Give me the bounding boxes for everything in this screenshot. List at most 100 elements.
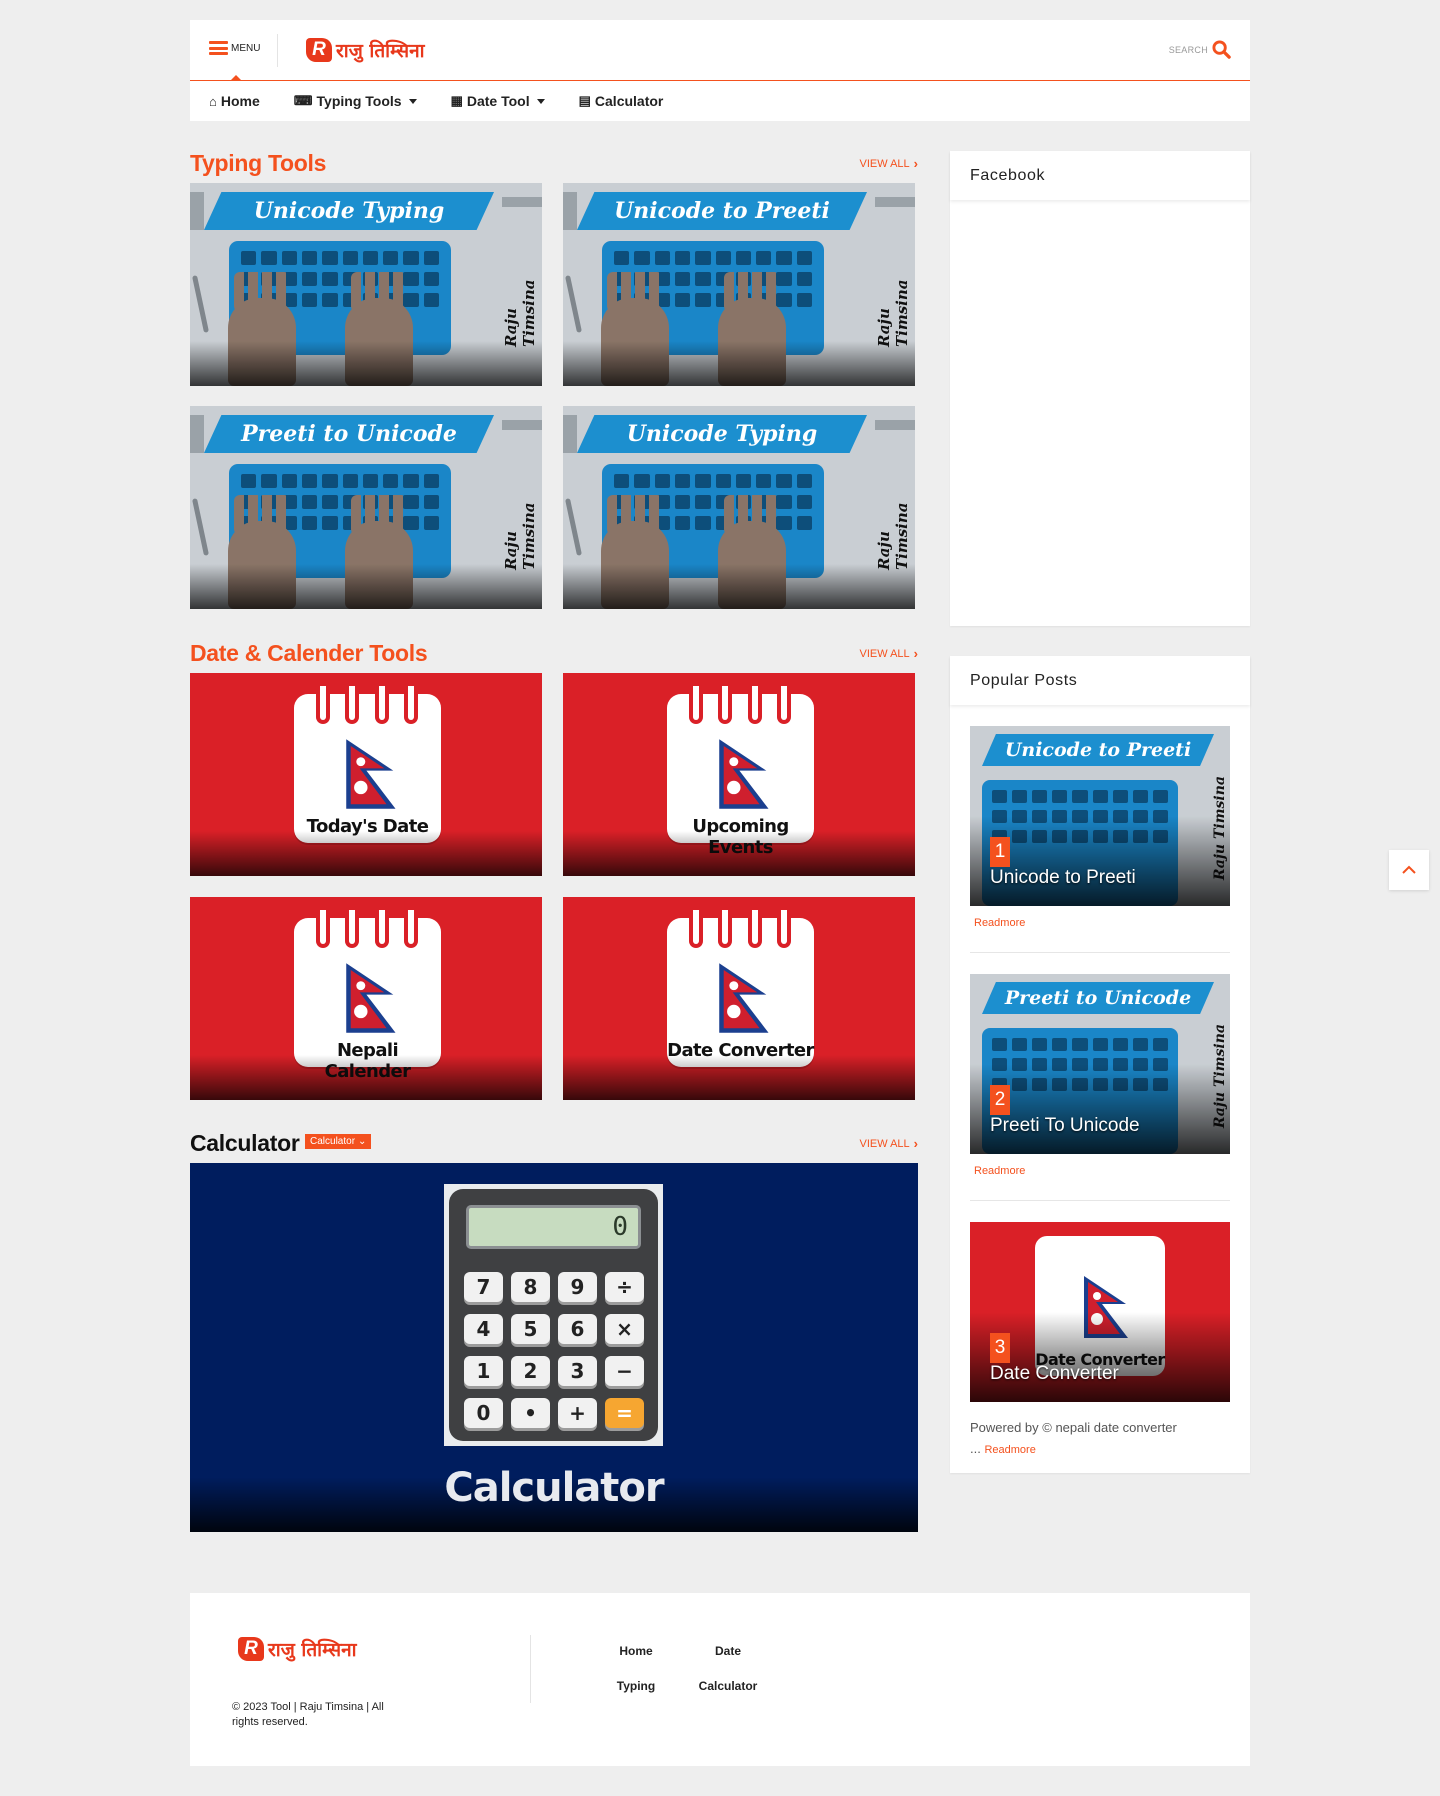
- pen-icon: [565, 498, 582, 556]
- popular-post-thumbnail[interactable]: Date Converter3Date Converter: [970, 1222, 1230, 1402]
- date-tool-card[interactable]: Upcoming Events: [563, 673, 915, 876]
- readmore-link[interactable]: Readmore: [984, 1444, 1035, 1456]
- typing-tool-card[interactable]: Unicode to Preeti Raju Timsina: [563, 183, 915, 386]
- nav-calculator-label: Calculator: [594, 93, 664, 109]
- calculator-chip-label: Calculator: [310, 1136, 356, 1147]
- popular-post-item: Unicode to PreetiRaju Timsina1Unicode to…: [970, 726, 1230, 953]
- calculator-keypad: 7 8 9 ÷ 4 5 6 × 1 2 3− 0 • + =: [464, 1272, 644, 1428]
- logo-mark: R: [238, 1637, 264, 1661]
- calculator-key: 3: [558, 1356, 597, 1386]
- banner-decor: [502, 420, 542, 430]
- footer-link-home[interactable]: Home: [590, 1644, 682, 1658]
- facebook-widget-title: Facebook: [950, 151, 1250, 200]
- nav-home[interactable]: ⌂ Home: [209, 93, 260, 109]
- calculator-key: =: [605, 1398, 644, 1428]
- author-signature: Raju Timsina: [875, 502, 911, 571]
- popular-post-rank: 1: [990, 837, 1010, 867]
- facebook-widget: Facebook: [950, 151, 1250, 626]
- calculator-key: ×: [605, 1314, 644, 1344]
- menu-button[interactable]: MENU: [209, 41, 260, 55]
- search-button[interactable]: SEARCH: [1169, 40, 1231, 59]
- footer-link-typing[interactable]: Typing: [590, 1679, 682, 1693]
- view-all-label: VIEW ALL: [859, 647, 910, 660]
- readmore-link[interactable]: Readmore: [974, 917, 1230, 929]
- calculator-display: 0: [466, 1205, 641, 1249]
- view-all-calculator-link[interactable]: VIEW ALL ›: [860, 1136, 918, 1151]
- author-signature: Raju Timsina: [502, 279, 538, 348]
- banner-decor: [563, 415, 577, 453]
- image-shade: [563, 1055, 915, 1100]
- chevron-right-icon: ›: [913, 646, 918, 661]
- nav-calculator[interactable]: ▤ Calculator: [579, 93, 664, 109]
- nepal-flag-icon: [719, 963, 769, 1033]
- calculator-image-title: Calculator: [444, 1465, 664, 1511]
- footer-link-calculator[interactable]: Calculator: [682, 1679, 774, 1693]
- view-all-label: VIEW ALL: [859, 1137, 910, 1150]
- typing-tool-card[interactable]: Unicode Typing Raju Timsina: [190, 183, 542, 386]
- popular-post-excerpt: Powered by © nepali date converter... Re…: [970, 1417, 1230, 1461]
- nepal-flag-icon: [719, 739, 769, 809]
- popular-post-title[interactable]: Preeti To Unicode: [990, 1115, 1140, 1137]
- popular-posts-widget: Popular Posts Unicode to PreetiRaju Tims…: [950, 656, 1250, 1473]
- banner-decor: [563, 192, 577, 230]
- popular-post-item: Preeti to UnicodeRaju Timsina2Preeti To …: [970, 974, 1230, 1201]
- section-title-typing: Typing Tools: [190, 150, 327, 176]
- author-signature: Raju Timsina: [502, 502, 538, 571]
- image-shade: [190, 341, 542, 386]
- date-tool-card[interactable]: Date Converter: [563, 897, 915, 1100]
- calculator-key: 0: [464, 1398, 503, 1428]
- calculator-section-header: Calculator Calculator ⌄ VIEW ALL ›: [190, 1130, 918, 1156]
- banner-decor: [502, 197, 542, 207]
- home-icon: ⌂: [209, 93, 217, 109]
- calculator-key: 2: [511, 1356, 550, 1386]
- image-shade: [190, 831, 542, 876]
- view-all-date-link[interactable]: VIEW ALL ›: [860, 646, 918, 661]
- header-top-bar: MENU R राजु तिम्सिना SEARCH: [190, 20, 1250, 81]
- card-banner: Preeti to Unicode: [204, 415, 494, 453]
- footer-logo[interactable]: R राजु तिम्सिना: [238, 1636, 357, 1662]
- footer-link-date[interactable]: Date: [682, 1644, 774, 1658]
- typing-tool-card[interactable]: Preeti to Unicode Raju Timsina: [190, 406, 542, 609]
- nepal-flag-icon: [346, 739, 396, 809]
- banner-decor: [190, 415, 204, 453]
- main-nav: ⌂ Home ⌨ Typing Tools ▦ Date Tool ▤ Calc…: [190, 81, 1250, 121]
- site-logo[interactable]: R राजु तिम्सिना: [306, 37, 425, 63]
- popular-post-thumbnail[interactable]: Preeti to UnicodeRaju Timsina2Preeti To …: [970, 974, 1230, 1154]
- calculator-key: ÷: [605, 1272, 644, 1302]
- back-to-top-button[interactable]: [1389, 850, 1429, 890]
- site-header: MENU R राजु तिम्सिना SEARCH ⌂ Home ⌨ Typ…: [190, 20, 1250, 121]
- card-banner: Unicode to Preeti: [577, 192, 867, 230]
- pen-icon: [565, 275, 582, 333]
- popular-post-title[interactable]: Unicode to Preeti: [990, 867, 1136, 889]
- popular-post-item: Date Converter3Date Converter Powered by …: [970, 1222, 1230, 1461]
- readmore-link[interactable]: Readmore: [974, 1165, 1230, 1177]
- nav-typing-tools[interactable]: ⌨ Typing Tools: [294, 93, 417, 109]
- calculator-key: −: [605, 1356, 644, 1386]
- nav-home-label: Home: [220, 93, 260, 109]
- logo-text: राजु तिम्सिना: [336, 40, 425, 62]
- nav-date-tool[interactable]: ▦ Date Tool: [451, 93, 545, 109]
- date-section-header: Date & Calender Tools VIEW ALL ›: [190, 640, 918, 666]
- calculator-key: •: [511, 1398, 550, 1428]
- date-tool-card[interactable]: Today's Date: [190, 673, 542, 876]
- footer-links: Home Date Typing Calculator: [590, 1644, 774, 1693]
- calendar-rings: [308, 686, 426, 726]
- typing-tool-card[interactable]: Unicode Typing Raju Timsina: [563, 406, 915, 609]
- calculator-key: 6: [558, 1314, 597, 1344]
- calculator-feature-card[interactable]: 0 7 8 9 ÷ 4 5 6 × 1 2 3− 0 • + = Calculator: [190, 1163, 918, 1532]
- calculator-label-chip[interactable]: Calculator ⌄: [305, 1134, 372, 1149]
- image-shade: [563, 341, 915, 386]
- logo-mark: R: [306, 38, 332, 62]
- date-tool-card[interactable]: Nepali Calender: [190, 897, 542, 1100]
- view-all-typing-link[interactable]: VIEW ALL ›: [860, 156, 918, 171]
- banner-decor: [875, 420, 915, 430]
- calculator-key: +: [558, 1398, 597, 1428]
- site-footer: R राजु तिम्सिना © 2023 Tool | Raju Timsi…: [190, 1593, 1250, 1766]
- popular-post-thumbnail[interactable]: Unicode to PreetiRaju Timsina1Unicode to…: [970, 726, 1230, 906]
- view-all-label: VIEW ALL: [859, 157, 910, 170]
- calendar-rings: [308, 910, 426, 950]
- popular-post-title[interactable]: Date Converter: [990, 1363, 1119, 1385]
- chevron-up-icon: [1402, 865, 1416, 874]
- menu-caret-indicator: [230, 75, 242, 81]
- menu-label: MENU: [231, 42, 261, 54]
